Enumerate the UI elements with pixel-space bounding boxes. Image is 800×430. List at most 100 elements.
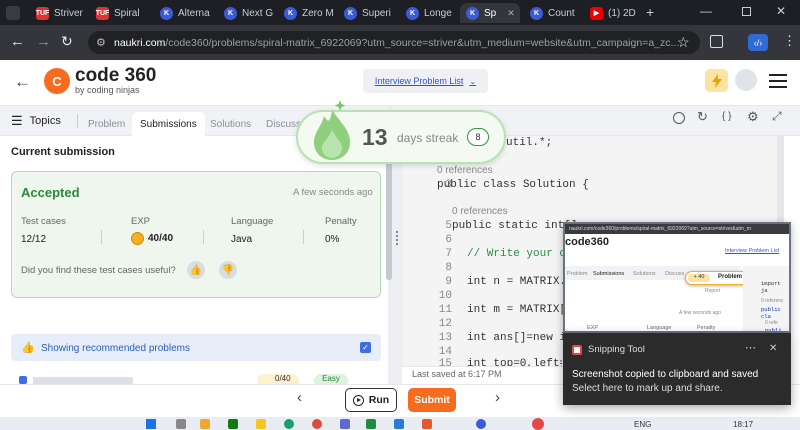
interview-problem-list-dropdown[interactable]: Interview Problem List ⌄: [363, 69, 488, 93]
browser-tab[interactable]: TUF Striver: [30, 3, 86, 23]
forward-arrow-icon[interactable]: →: [36, 33, 51, 50]
prev-problem-icon[interactable]: ‹: [297, 389, 302, 406]
preview-interview-list: Interview Problem List: [725, 248, 780, 254]
taskbar-app-icon[interactable]: [394, 419, 404, 429]
reset-code-icon[interactable]: ↻: [697, 109, 708, 125]
taskbar-app-icon[interactable]: [532, 418, 544, 430]
extensions-icon[interactable]: [710, 35, 723, 48]
codingninjas-favicon-icon: K: [530, 6, 543, 20]
tab-search-icon[interactable]: [6, 6, 20, 20]
preview-col: Language: [647, 325, 672, 331]
panel-resize-handle[interactable]: [392, 136, 402, 384]
taskbar-app-icon[interactable]: [312, 419, 322, 429]
maximize-icon[interactable]: [742, 7, 751, 16]
taskbar-app-icon[interactable]: [366, 419, 376, 429]
browser-tab[interactable]: K Longe: [400, 3, 456, 23]
screenshot-preview[interactable]: naukri.com/code360/problems/spiral-matri…: [563, 222, 791, 333]
difficulty-badge: Easy: [314, 374, 348, 384]
divider: [77, 114, 78, 128]
streak-count: 13: [362, 124, 388, 150]
exp-value: 40/40: [131, 232, 173, 245]
submit-button[interactable]: Submit: [408, 388, 456, 412]
back-arrow-icon[interactable]: ←: [14, 72, 31, 92]
tuf-favicon-icon: TUF: [36, 6, 49, 20]
codingninjas-favicon-icon: K: [224, 6, 237, 20]
close-tab-icon[interactable]: ✕: [507, 8, 515, 19]
preview-time: A few seconds ago: [679, 310, 721, 316]
taskbar-app-icon[interactable]: [476, 419, 486, 429]
close-icon[interactable]: ✕: [769, 343, 777, 354]
divider: [101, 230, 102, 244]
preview-tab: Problem: [567, 271, 588, 277]
url-field[interactable]: ⚙ naukri.com/code360/problems/spiral-mat…: [88, 31, 700, 54]
browser-tab[interactable]: K Next G: [218, 3, 274, 23]
browser-tab[interactable]: K Alterna: [154, 3, 216, 23]
preview-url: naukri.com/code360/problems/spiral-matri…: [565, 224, 789, 234]
fullscreen-icon[interactable]: ⤢: [772, 109, 782, 124]
site-settings-icon[interactable]: ⚙: [96, 36, 106, 49]
tab-solutions[interactable]: Solutions: [210, 112, 251, 136]
devtools-extension-icon[interactable]: ‹/›: [748, 34, 768, 51]
bookmark-star-icon[interactable]: ☆: [677, 34, 690, 51]
browser-tab-active[interactable]: K Sp ✕: [460, 3, 520, 23]
thumbs-down-button[interactable]: 👎: [219, 261, 237, 279]
taskbar-app-icon[interactable]: [256, 419, 266, 429]
test-cases-label: Test cases: [21, 216, 66, 227]
taskbar-app-icon[interactable]: [340, 419, 350, 429]
taskbar-clock[interactable]: 18:17: [733, 420, 753, 429]
browser-tab[interactable]: TUFSpiral✕: [90, 3, 146, 23]
divider: [203, 230, 204, 244]
language-label: Language: [231, 216, 274, 227]
browser-tab[interactable]: K Zero M: [278, 3, 334, 23]
preview-tab: Submissions: [593, 271, 625, 277]
browser-tab[interactable]: K Count: [524, 3, 580, 23]
taskbar-app-icon[interactable]: [284, 419, 294, 429]
line-number: 9: [445, 276, 452, 288]
browser-menu-icon[interactable]: ⋮: [783, 33, 796, 49]
settings-icon[interactable]: ⚙: [747, 109, 759, 125]
taskbar-app-icon[interactable]: [176, 419, 186, 429]
line-number: 6: [445, 234, 452, 246]
next-problem-icon[interactable]: ›: [495, 389, 500, 406]
reload-icon[interactable]: ↻: [61, 33, 73, 50]
tab-problem[interactable]: Problem: [88, 112, 125, 136]
browser-tab[interactable]: ▶ (1) 2D: [584, 3, 640, 23]
streak-lightning-button[interactable]: [705, 69, 728, 92]
taskbar-app-icon[interactable]: [422, 419, 432, 429]
line-number: 10: [438, 290, 452, 302]
recommended-checkbox[interactable]: ✓: [360, 342, 371, 353]
status-accepted: Accepted: [21, 185, 80, 200]
tab-submissions[interactable]: Submissions: [132, 112, 205, 136]
window-close-icon[interactable]: ✕: [776, 4, 786, 18]
code360-logo[interactable]: C code 360 by coding ninjas: [44, 66, 156, 95]
avatar[interactable]: [735, 69, 757, 91]
list-item-title-placeholder: [33, 377, 133, 384]
feedback-question: Did you find these test cases useful?: [21, 265, 176, 276]
new-tab-icon[interactable]: +: [646, 4, 654, 20]
taskbar-app-icon[interactable]: [200, 419, 210, 429]
back-arrow-icon[interactable]: ←: [10, 33, 25, 50]
preview-col: EXP: [587, 325, 599, 331]
snipping-tool-notification[interactable]: Snipping Tool ⋯ ✕ Screenshot copied to c…: [563, 333, 791, 405]
line-number: 5: [445, 220, 452, 232]
input-language[interactable]: ENG: [634, 420, 651, 429]
code-line: util.*;: [506, 137, 553, 149]
preview-code: 0 refe: [765, 320, 778, 326]
topics-menu-icon: ☰: [11, 113, 23, 128]
line-number: 7: [445, 248, 452, 260]
close-tab-icon[interactable]: ✕: [145, 8, 146, 19]
run-button[interactable]: Run: [345, 388, 397, 412]
line-number: 12: [438, 318, 452, 330]
code-icon[interactable]: { }: [722, 111, 731, 122]
minimize-icon[interactable]: —: [700, 4, 712, 18]
more-options-icon[interactable]: ⋯: [745, 341, 756, 354]
topics-button[interactable]: ☰ Topics: [11, 113, 61, 129]
hamburger-menu-icon[interactable]: [769, 72, 787, 88]
list-item[interactable]: 0/40 Easy: [11, 374, 381, 384]
browser-tab[interactable]: K Superi: [338, 3, 394, 23]
taskbar-app-icon[interactable]: [228, 419, 238, 429]
timer-icon[interactable]: [673, 112, 685, 124]
thumbs-up-button[interactable]: 👍: [187, 261, 205, 279]
start-icon[interactable]: [146, 419, 156, 429]
thumbs-down-icon: 👎: [221, 264, 235, 276]
